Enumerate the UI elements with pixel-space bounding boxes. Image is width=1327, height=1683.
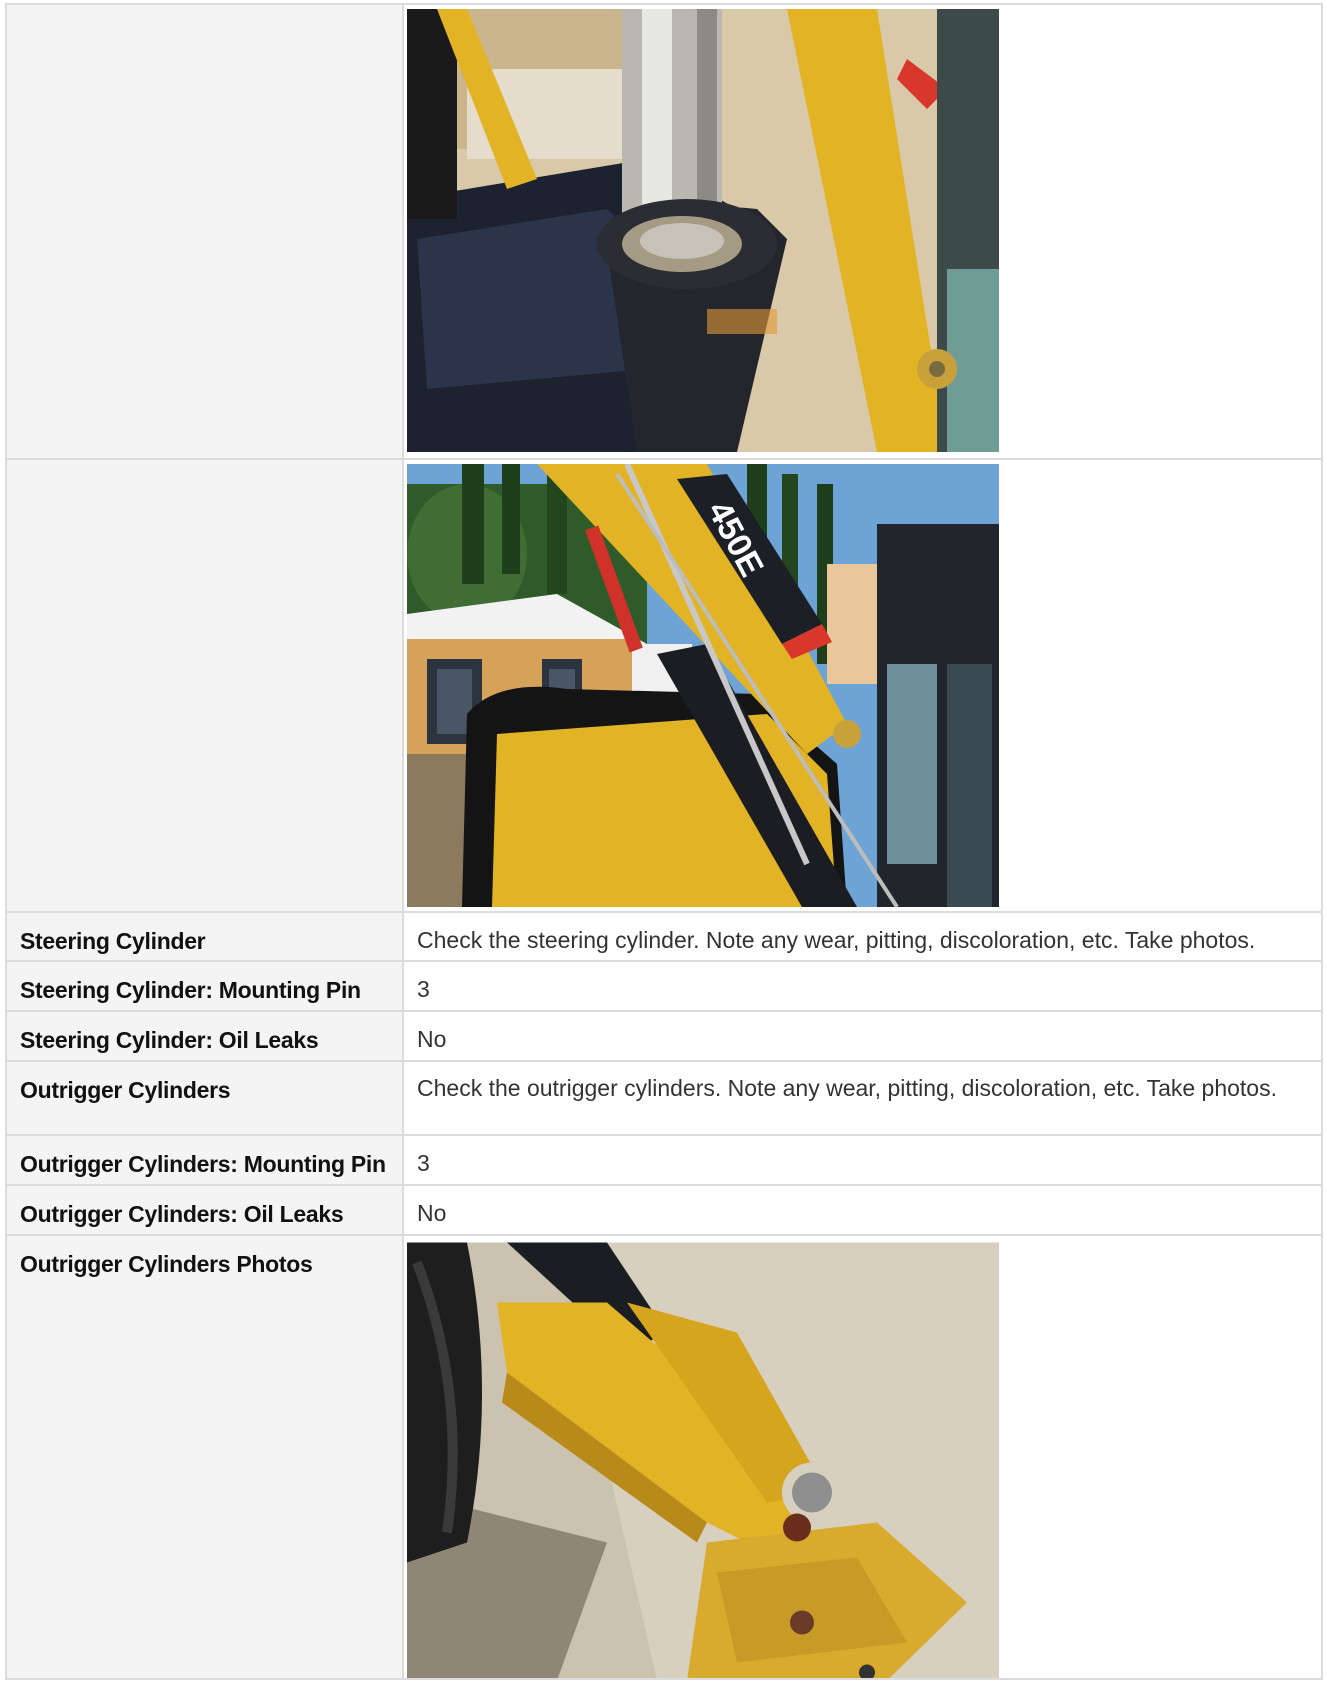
label-cell: Outrigger Cylinders: Oil Leaks xyxy=(5,1184,404,1236)
row-value: 3 xyxy=(417,976,430,1002)
table-row: Outrigger Cylinders: Mounting Pin 3 xyxy=(5,1134,1323,1186)
table-row: Outrigger Cylinders Photos xyxy=(5,1234,1323,1680)
outrigger-image xyxy=(407,1242,999,1678)
row-label: Outrigger Cylinders Photos xyxy=(20,1251,313,1277)
label-cell xyxy=(5,3,404,460)
value-cell: 3 xyxy=(402,1134,1323,1186)
table-row: Steering Cylinder: Oil Leaks No xyxy=(5,1010,1323,1062)
row-label: Steering Cylinder: Oil Leaks xyxy=(20,1027,319,1053)
value-cell xyxy=(402,3,1323,460)
row-label: Outrigger Cylinders: Mounting Pin xyxy=(20,1151,386,1177)
loader-arm-450e-photo[interactable]: 450E xyxy=(407,464,999,907)
table-row xyxy=(5,3,1323,460)
label-cell: Steering Cylinder: Mounting Pin xyxy=(5,960,404,1012)
row-value: No xyxy=(417,1200,447,1226)
row-label: Steering Cylinder: Mounting Pin xyxy=(20,977,361,1003)
value-cell: 3 xyxy=(402,960,1323,1012)
table-row: Outrigger Cylinders: Oil Leaks No xyxy=(5,1184,1323,1236)
cylinder-closeup-photo[interactable] xyxy=(407,9,999,452)
row-label: Outrigger Cylinders xyxy=(20,1077,231,1103)
value-cell: No xyxy=(402,1010,1323,1062)
value-cell: Check the outrigger cylinders. Note any … xyxy=(402,1060,1323,1136)
row-label xyxy=(7,5,402,20)
row-value: Check the outrigger cylinders. Note any … xyxy=(417,1075,1277,1101)
outrigger-stabilizer-photo[interactable] xyxy=(407,1240,999,1678)
inspection-table: 450E Steering Cylinder Check the steerin… xyxy=(5,3,1323,1680)
row-value: 3 xyxy=(417,1150,430,1176)
label-cell: Steering Cylinder xyxy=(5,911,404,962)
table-row: Outrigger Cylinders Check the outrigger … xyxy=(5,1060,1323,1136)
label-cell: Steering Cylinder: Oil Leaks xyxy=(5,1010,404,1062)
value-cell: 450E xyxy=(402,458,1323,913)
value-cell: Check the steering cylinder. Note any we… xyxy=(402,911,1323,962)
cylinder-closeup-image xyxy=(407,9,999,452)
label-cell: Outrigger Cylinders Photos xyxy=(5,1234,404,1680)
label-cell: Outrigger Cylinders xyxy=(5,1060,404,1136)
row-label: Steering Cylinder xyxy=(20,928,206,954)
row-label: Outrigger Cylinders: Oil Leaks xyxy=(20,1201,344,1227)
value-cell xyxy=(402,1234,1323,1680)
label-cell xyxy=(5,458,404,913)
value-cell: No xyxy=(402,1184,1323,1236)
table-row: 450E xyxy=(5,458,1323,913)
label-cell: Outrigger Cylinders: Mounting Pin xyxy=(5,1134,404,1186)
row-value: No xyxy=(417,1026,447,1052)
table-row: Steering Cylinder Check the steering cyl… xyxy=(5,911,1323,962)
loader-arm-image: 450E xyxy=(407,464,999,907)
row-label xyxy=(7,460,402,475)
table-row: Steering Cylinder: Mounting Pin 3 xyxy=(5,960,1323,1012)
row-value: Check the steering cylinder. Note any we… xyxy=(417,927,1256,953)
